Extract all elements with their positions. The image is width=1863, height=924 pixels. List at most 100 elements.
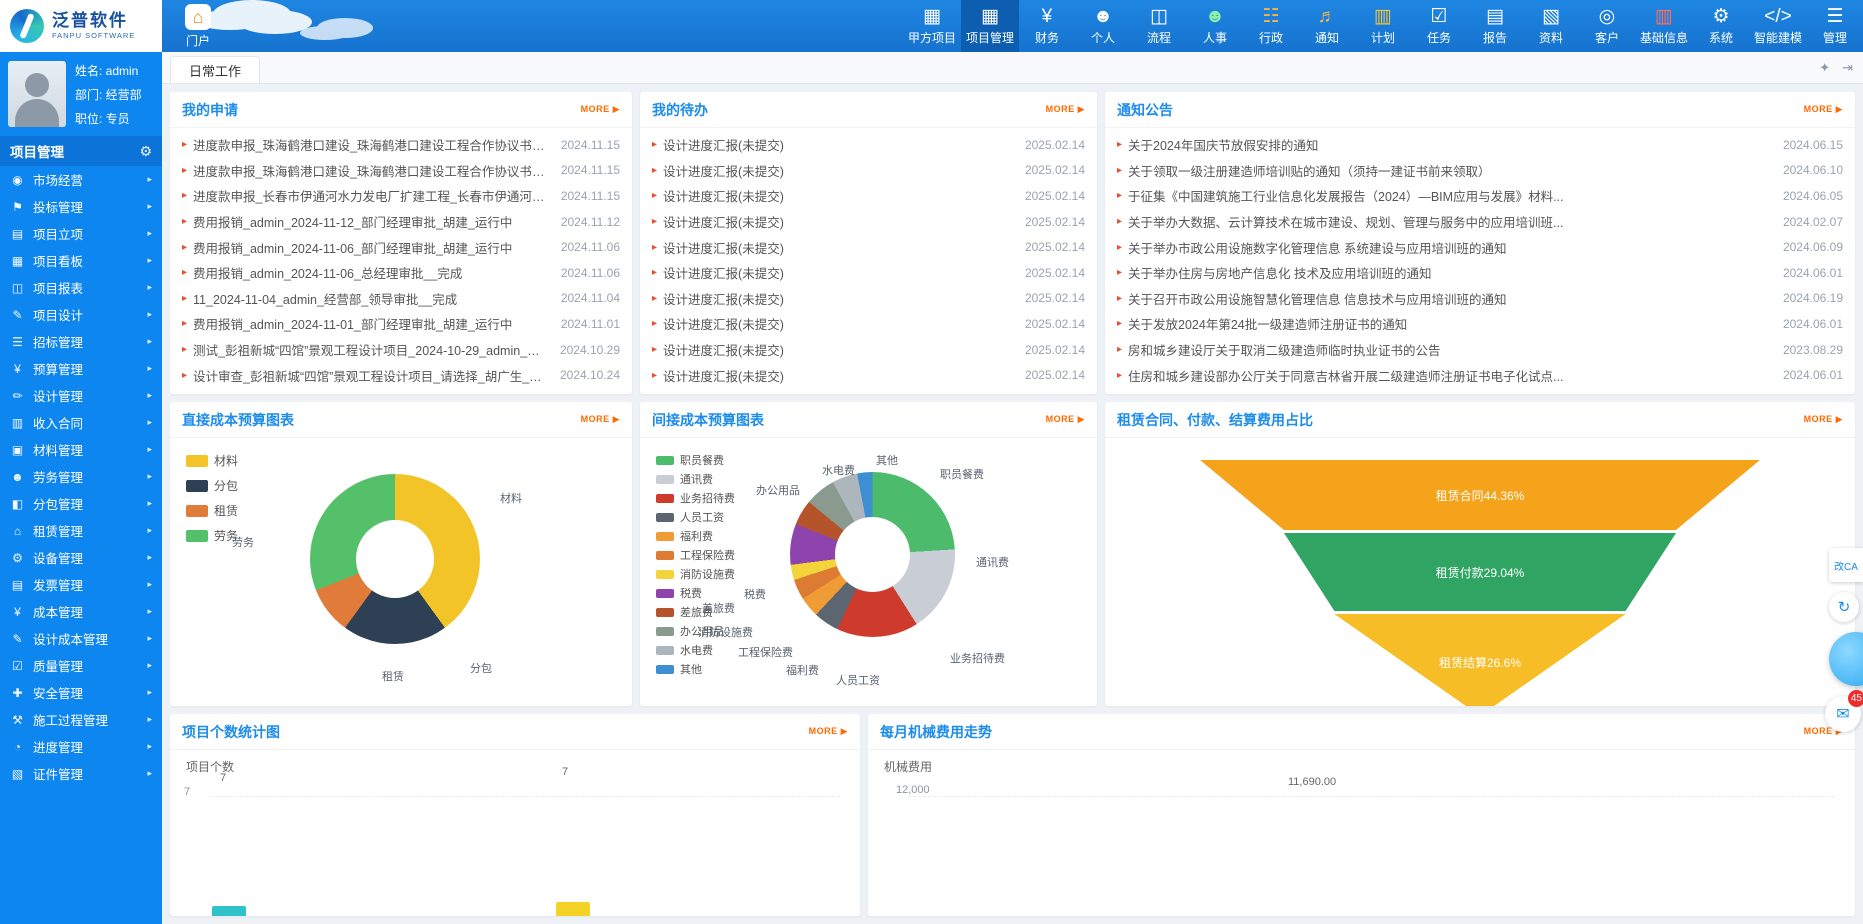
top-nav-item[interactable]: </> 智能建模 <box>1749 0 1807 52</box>
list-item[interactable]: ▸ 关于举办市政公用设施数字化管理信息 系统建设与应用培训班的通知 2024.0… <box>1117 234 1843 260</box>
legend-item[interactable]: 材料 <box>186 452 238 469</box>
list-item[interactable]: ▸ 设计进度汇报(未提交) 2025.02.14 <box>652 234 1085 260</box>
top-nav-item[interactable]: ☑ 任务 <box>1411 0 1467 52</box>
funnel-stage[interactable]: 租赁结算26.6% <box>1200 614 1760 706</box>
sidebar-menu-item[interactable]: ✎ 设计成本管理 ▸ <box>0 625 162 652</box>
refresh-icon[interactable]: ↻ <box>1829 592 1859 622</box>
sidebar-menu-item[interactable]: ▥ 收入合同 ▸ <box>0 409 162 436</box>
sidebar-menu-item[interactable]: ¥ 预算管理 ▸ <box>0 355 162 382</box>
sidebar-menu-item[interactable]: ◔ 进度管理 ▸ <box>0 733 162 760</box>
donut-chart-direct-cost[interactable] <box>310 474 480 644</box>
sidebar-menu-item[interactable]: ⌂ 租赁管理 ▸ <box>0 517 162 544</box>
list-item[interactable]: ▸ 设计进度汇报(未提交) 2025.02.14 <box>652 183 1085 209</box>
sidebar-menu-item[interactable]: ◧ 分包管理 ▸ <box>0 490 162 517</box>
sidebar-menu-item[interactable]: ▤ 项目立项 ▸ <box>0 220 162 247</box>
list-item[interactable]: ▸ 房和城乡建设厅关于取消二级建造师临时执业证书的公告 2023.08.29 <box>1117 337 1843 363</box>
list-item[interactable]: ▸ 于征集《中国建筑施工行业信息化发展报告（2024）—BIM应用与发展》材料.… <box>1117 183 1843 209</box>
key-icon[interactable]: ✦ <box>1819 60 1830 76</box>
legend-item[interactable]: 税费 <box>656 585 735 601</box>
top-nav-item[interactable]: ▧ 资料 <box>1523 0 1579 52</box>
list-item[interactable]: ▸ 设计进度汇报(未提交) 2025.02.14 <box>652 286 1085 312</box>
list-item[interactable]: ▸ 设计审查_彭祖新城“四馆”景观工程设计项目_请选择_胡广生_2024-10-… <box>182 362 620 388</box>
list-item[interactable]: ▸ 关于举办住房与房地产信息化 技术及应用培训班的通知 2024.06.01 <box>1117 260 1843 286</box>
list-item[interactable]: ▸ 费用报销_admin_2024-11-12_部门经理审批_胡建_运行中 20… <box>182 209 620 235</box>
more-link[interactable]: MORE ▶ <box>581 104 620 115</box>
sidebar-menu-item[interactable]: ☻ 劳务管理 ▸ <box>0 463 162 490</box>
list-item[interactable]: ▸ 关于举办大数据、云计算技术在城市建设、规划、管理与服务中的应用培训班... … <box>1117 209 1843 235</box>
ca-widget-button[interactable]: 改CA <box>1829 548 1863 582</box>
list-item[interactable]: ▸ 关于领取一级注册建造师培训贴的通知（须持一建证书前来领取） 2024.06.… <box>1117 158 1843 184</box>
list-item[interactable]: ▸ 测试_彭祖新城“四馆”景观工程设计项目_2024-10-29_admin_结… <box>182 337 620 363</box>
sidebar-menu-item[interactable]: ▣ 材料管理 ▸ <box>0 436 162 463</box>
list-item[interactable]: ▸ 进度款申报_珠海鹤港口建设_珠海鹤港口建设工程合作协议书_admin_...… <box>182 158 620 184</box>
legend-item[interactable]: 职员餐费 <box>656 452 735 468</box>
top-nav-item[interactable]: ¥ 财务 <box>1019 0 1075 52</box>
sidebar-menu-item[interactable]: ▤ 发票管理 ▸ <box>0 571 162 598</box>
legend-item[interactable]: 福利费 <box>656 528 735 544</box>
legend-item[interactable]: 消防设施费 <box>656 566 735 582</box>
user-photo[interactable] <box>8 61 66 127</box>
tab-daily-work[interactable]: 日常工作 <box>170 56 260 83</box>
top-nav-item[interactable]: ♬ 通知 <box>1299 0 1355 52</box>
bar-chart-area[interactable]: 项目个数 7 7 7 <box>170 750 860 916</box>
sidebar-menu-item[interactable]: ▧ 证件管理 ▸ <box>0 760 162 787</box>
list-item[interactable]: ▸ 11_2024-11-04_admin_经营部_领导审批__完成 2024.… <box>182 286 620 312</box>
list-item[interactable]: ▸ 设计进度汇报(未提交) 2025.02.14 <box>652 209 1085 235</box>
top-nav-item[interactable]: ☻ 个人 <box>1075 0 1131 52</box>
assistant-bubble-button[interactable] <box>1829 632 1863 686</box>
top-nav-item[interactable]: ☰ 管理 <box>1807 0 1863 52</box>
sidebar-menu-item[interactable]: ⚙ 设备管理 ▸ <box>0 544 162 571</box>
legend-item[interactable]: 人员工资 <box>656 509 735 525</box>
top-nav-item[interactable]: ☷ 行政 <box>1243 0 1299 52</box>
list-item[interactable]: ▸ 费用报销_admin_2024-11-06_总经理审批__完成 2024.1… <box>182 260 620 286</box>
list-item[interactable]: ▸ 进度款申报_长春市伊通河水力发电厂扩建工程_长春市伊通河水力发电... 20… <box>182 183 620 209</box>
list-item[interactable]: ▸ 住房和城乡建设部办公厅关于同意吉林省开展二级建造师注册证书电子化试点... … <box>1117 362 1843 388</box>
funnel-stage[interactable]: 租赁合同44.36% <box>1200 460 1760 530</box>
sidebar-menu-item[interactable]: ⚑ 投标管理 ▸ <box>0 193 162 220</box>
list-item[interactable]: ▸ 设计进度汇报(未提交) 2025.02.14 <box>652 337 1085 363</box>
more-link[interactable]: MORE ▶ <box>1046 104 1085 115</box>
top-nav-item[interactable]: ▦ 项目管理 <box>961 0 1019 52</box>
list-item[interactable]: ▸ 费用报销_admin_2024-11-06_部门经理审批_胡建_运行中 20… <box>182 234 620 260</box>
sidebar-menu-item[interactable]: ▦ 项目看板 ▸ <box>0 247 162 274</box>
legend-item[interactable]: 水电费 <box>656 642 735 658</box>
gear-icon[interactable]: ⚙ <box>139 143 152 160</box>
list-item[interactable]: ▸ 设计进度汇报(未提交) 2025.02.14 <box>652 362 1085 388</box>
legend-item[interactable]: 租赁 <box>186 502 238 519</box>
sidebar-menu-item[interactable]: ¥ 成本管理 ▸ <box>0 598 162 625</box>
sidebar-menu-item[interactable]: ☰ 招标管理 ▸ <box>0 328 162 355</box>
list-item[interactable]: ▸ 设计进度汇报(未提交) 2025.02.14 <box>652 158 1085 184</box>
more-link[interactable]: MORE ▶ <box>581 414 620 425</box>
sidebar-menu-item[interactable]: ☑ 质量管理 ▸ <box>0 652 162 679</box>
more-link[interactable]: MORE ▶ <box>809 726 848 737</box>
sidebar-menu-item[interactable]: ◉ 市场经营 ▸ <box>0 166 162 193</box>
legend-item[interactable]: 业务招待费 <box>656 490 735 506</box>
top-nav-item[interactable]: ◫ 流程 <box>1131 0 1187 52</box>
list-item[interactable]: ▸ 进度款申报_珠海鹤港口建设_珠海鹤港口建设工程合作协议书_admin_...… <box>182 132 620 158</box>
message-button[interactable]: ✉ 45 <box>1825 696 1861 732</box>
list-item[interactable]: ▸ 设计进度汇报(未提交) 2025.02.14 <box>652 260 1085 286</box>
sidebar-menu-item[interactable]: ✚ 安全管理 ▸ <box>0 679 162 706</box>
top-nav-item[interactable]: ▥ 计划 <box>1355 0 1411 52</box>
sidebar-menu-item[interactable]: ✎ 项目设计 ▸ <box>0 301 162 328</box>
list-item[interactable]: ▸ 费用报销_admin_2024-11-01_部门经理审批_胡建_运行中 20… <box>182 311 620 337</box>
line-chart-area[interactable]: 机械费用 12,000 11,690.00 <box>868 750 1855 916</box>
legend-item[interactable]: 其他 <box>656 661 735 677</box>
legend-item[interactable]: 通讯费 <box>656 471 735 487</box>
legend-item[interactable]: 分包 <box>186 477 238 494</box>
top-nav-item[interactable]: ⚙ 系统 <box>1693 0 1749 52</box>
legend-item[interactable]: 劳务 <box>186 527 238 544</box>
list-item[interactable]: ▸ 关于发放2024年第24批一级建造师注册证书的通知 2024.06.01 <box>1117 311 1843 337</box>
sidebar-menu-item[interactable]: ⚒ 施工过程管理 ▸ <box>0 706 162 733</box>
list-item[interactable]: ▸ 关于2024年国庆节放假安排的通知 2024.06.15 <box>1117 132 1843 158</box>
sidebar-menu-item[interactable]: ◫ 项目报表 ▸ <box>0 274 162 301</box>
more-link[interactable]: MORE ▶ <box>1804 414 1843 425</box>
top-nav-item[interactable]: ◎ 客户 <box>1579 0 1635 52</box>
legend-item[interactable]: 工程保险费 <box>656 547 735 563</box>
more-link[interactable]: MORE ▶ <box>1046 414 1085 425</box>
top-nav-item[interactable]: ▥ 基础信息 <box>1635 0 1693 52</box>
top-nav-item[interactable]: ▦ 甲方项目 <box>903 0 961 52</box>
sidebar-menu-item[interactable]: ✏ 设计管理 ▸ <box>0 382 162 409</box>
nav-portal[interactable]: ⌂ 门户 <box>162 0 234 52</box>
more-link[interactable]: MORE ▶ <box>1804 104 1843 115</box>
